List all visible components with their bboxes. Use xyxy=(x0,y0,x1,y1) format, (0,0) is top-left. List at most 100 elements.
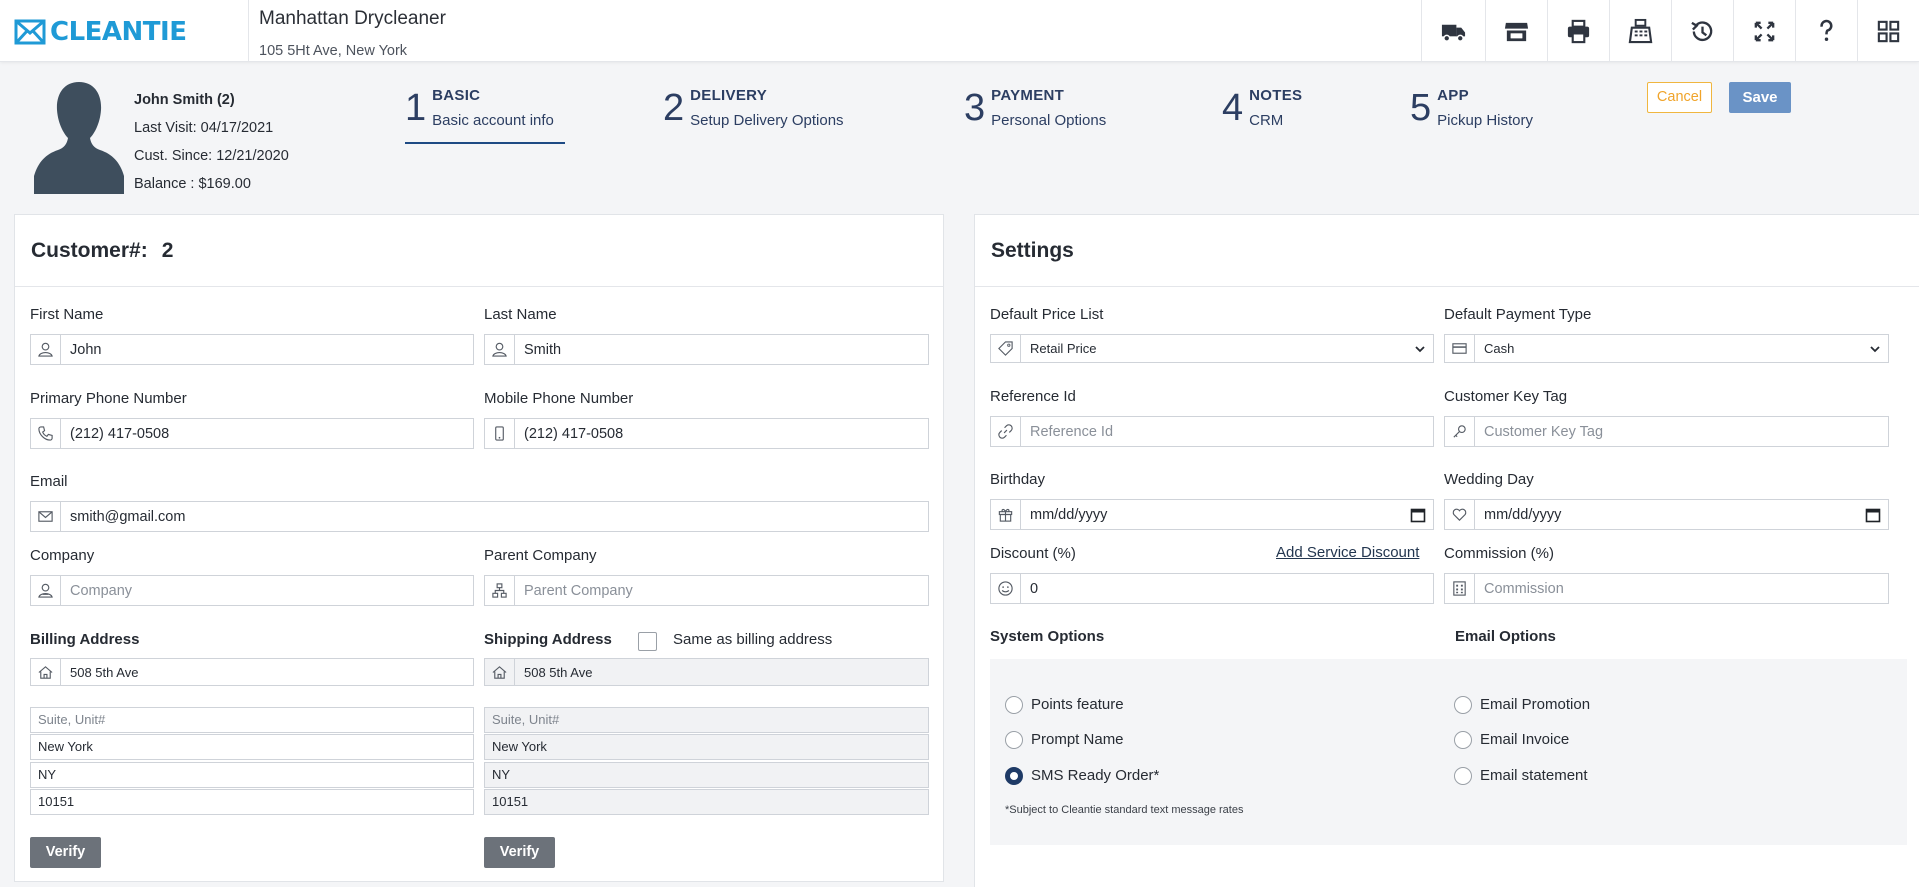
store-address: 105 5Ht Ave, New York xyxy=(259,43,408,59)
points-feature-label: Points feature xyxy=(1031,696,1124,713)
brand-logo[interactable]: CLEANTIE xyxy=(14,17,187,47)
email-statement-radio[interactable] xyxy=(1454,767,1472,785)
shipping-state-field[interactable]: NY xyxy=(484,762,929,788)
verify-shipping-button[interactable]: Verify xyxy=(484,837,555,868)
settings-card: Settings Default Price List Retail Price… xyxy=(974,214,1919,887)
step-app[interactable]: 5 APP Pickup History xyxy=(1410,86,1533,132)
help-button[interactable] xyxy=(1795,0,1857,62)
shipping-city-field[interactable]: New York xyxy=(484,734,929,760)
store-button[interactable] xyxy=(1485,0,1547,62)
verify-billing-button[interactable]: Verify xyxy=(30,837,101,868)
first-name-value: John xyxy=(70,341,102,358)
step-subtitle: Personal Options xyxy=(991,112,1107,129)
shipping-street-value: 508 5th Ave xyxy=(524,664,593,680)
same-as-billing-checkbox[interactable] xyxy=(638,632,657,651)
birthday-field[interactable]: mm/dd/yyyy xyxy=(990,499,1434,530)
customer-number: 2 xyxy=(161,238,174,262)
step-payment[interactable]: 3 PAYMENT Personal Options xyxy=(964,86,1106,132)
first-name-field[interactable]: John xyxy=(30,334,474,365)
sms-ready-order-radio[interactable] xyxy=(1005,767,1023,785)
apps-grid-button[interactable] xyxy=(1857,0,1919,62)
shipping-street-field[interactable]: 508 5th Ave xyxy=(484,658,929,686)
mobile-phone-value: (212) 417-0508 xyxy=(524,425,624,442)
delivery-truck-icon xyxy=(1441,24,1466,42)
sms-ready-order-label: SMS Ready Order* xyxy=(1031,767,1160,784)
tag-icon xyxy=(991,335,1021,362)
home-icon xyxy=(31,659,61,685)
wedding-day-field[interactable]: mm/dd/yyyy xyxy=(1444,499,1889,530)
primary-phone-field[interactable]: (212) 417-0508 xyxy=(30,418,474,449)
step-delivery[interactable]: 2 DELIVERY Setup Delivery Options xyxy=(663,86,844,132)
cash-register-button[interactable] xyxy=(1609,0,1671,62)
user-icon xyxy=(31,335,61,364)
payment-type-label: Default Payment Type xyxy=(1444,306,1592,323)
customer-profile: John Smith (2) Last Visit: 04/17/2021 Cu… xyxy=(134,86,289,198)
reference-id-field[interactable]: Reference Id xyxy=(990,416,1434,447)
company-field[interactable]: Company xyxy=(30,575,474,606)
apps-grid-icon xyxy=(1877,20,1900,42)
discount-value: 0 xyxy=(1030,580,1039,597)
step-basic[interactable]: 1 BASIC Basic account info xyxy=(405,86,565,144)
payment-type-select[interactable]: Cash xyxy=(1444,334,1889,363)
sms-rates-note: *Subject to Cleantie standard text messa… xyxy=(1005,804,1244,816)
primary-phone-label: Primary Phone Number xyxy=(30,390,187,407)
step-notes[interactable]: 4 NOTES CRM xyxy=(1222,86,1302,132)
delivery-truck-button[interactable] xyxy=(1421,0,1485,62)
step-subtitle: CRM xyxy=(1249,112,1284,129)
heart-icon xyxy=(1445,500,1475,529)
last-name-label: Last Name xyxy=(484,306,557,323)
print-button[interactable] xyxy=(1547,0,1609,62)
key-tag-label: Customer Key Tag xyxy=(1444,388,1568,405)
key-tag-field[interactable]: Customer Key Tag xyxy=(1444,416,1889,447)
commission-field[interactable]: Commission xyxy=(1444,573,1889,604)
store-name: Manhattan Drycleaner xyxy=(259,8,446,29)
email-label: Email xyxy=(30,473,68,490)
billing-street-value: 508 5th Ave xyxy=(70,664,139,680)
shipping-address-label: Shipping Address xyxy=(484,631,612,648)
points-feature-radio[interactable] xyxy=(1005,696,1023,714)
key-icon xyxy=(1445,417,1475,446)
same-as-billing-label: Same as billing address xyxy=(673,631,833,648)
customer-title-label: Customer#: xyxy=(31,238,148,262)
step-number: 5 xyxy=(1410,87,1432,129)
billing-zip-field[interactable]: 10151 xyxy=(30,789,474,815)
link-icon xyxy=(991,417,1021,446)
cash-register-icon xyxy=(1628,18,1653,43)
gift-icon xyxy=(991,500,1021,529)
history-button[interactable] xyxy=(1671,0,1733,62)
step-number: 2 xyxy=(663,87,685,129)
email-promotion-radio[interactable] xyxy=(1454,696,1472,714)
prompt-name-radio[interactable] xyxy=(1005,731,1023,749)
chevron-down-icon xyxy=(1407,343,1433,355)
fullscreen-button[interactable] xyxy=(1733,0,1795,62)
billing-state-field[interactable]: NY xyxy=(30,762,474,788)
billing-street-field[interactable]: 508 5th Ave xyxy=(30,658,474,686)
discount-field[interactable]: 0 xyxy=(990,573,1434,604)
billing-suite-field[interactable]: Suite, Unit# xyxy=(30,707,474,733)
add-service-discount-link[interactable]: Add Service Discount xyxy=(1276,544,1419,561)
reference-id-label: Reference Id xyxy=(990,388,1076,405)
save-button[interactable]: Save xyxy=(1729,82,1791,113)
email-field[interactable]: smith@gmail.com xyxy=(30,501,929,532)
primary-phone-value: (212) 417-0508 xyxy=(70,425,170,442)
step-subtitle: Basic account info xyxy=(432,112,554,129)
step-title: APP xyxy=(1437,87,1469,104)
calendar-icon[interactable] xyxy=(1403,507,1433,523)
mobile-phone-icon xyxy=(485,419,515,448)
shipping-suite-field[interactable]: Suite, Unit# xyxy=(484,707,929,733)
email-promotion-label: Email Promotion xyxy=(1480,696,1591,713)
email-invoice-label: Email Invoice xyxy=(1480,731,1570,748)
shipping-zip-field[interactable]: 10151 xyxy=(484,789,929,815)
cancel-button[interactable]: Cancel xyxy=(1647,82,1712,113)
customer-card: Customer#: 2 First Name John Last Name Sm… xyxy=(14,214,944,882)
balance: Balance : $169.00 xyxy=(134,176,251,192)
store-icon xyxy=(1504,22,1529,41)
last-name-field[interactable]: Smith xyxy=(484,334,929,365)
billing-city-field[interactable]: New York xyxy=(30,734,474,760)
wedding-day-label: Wedding Day xyxy=(1444,471,1534,488)
price-list-select[interactable]: Retail Price xyxy=(990,334,1434,363)
calendar-icon[interactable] xyxy=(1858,507,1888,523)
email-invoice-radio[interactable] xyxy=(1454,731,1472,749)
parent-company-field[interactable]: Parent Company xyxy=(484,575,929,606)
mobile-phone-field[interactable]: (212) 417-0508 xyxy=(484,418,929,449)
